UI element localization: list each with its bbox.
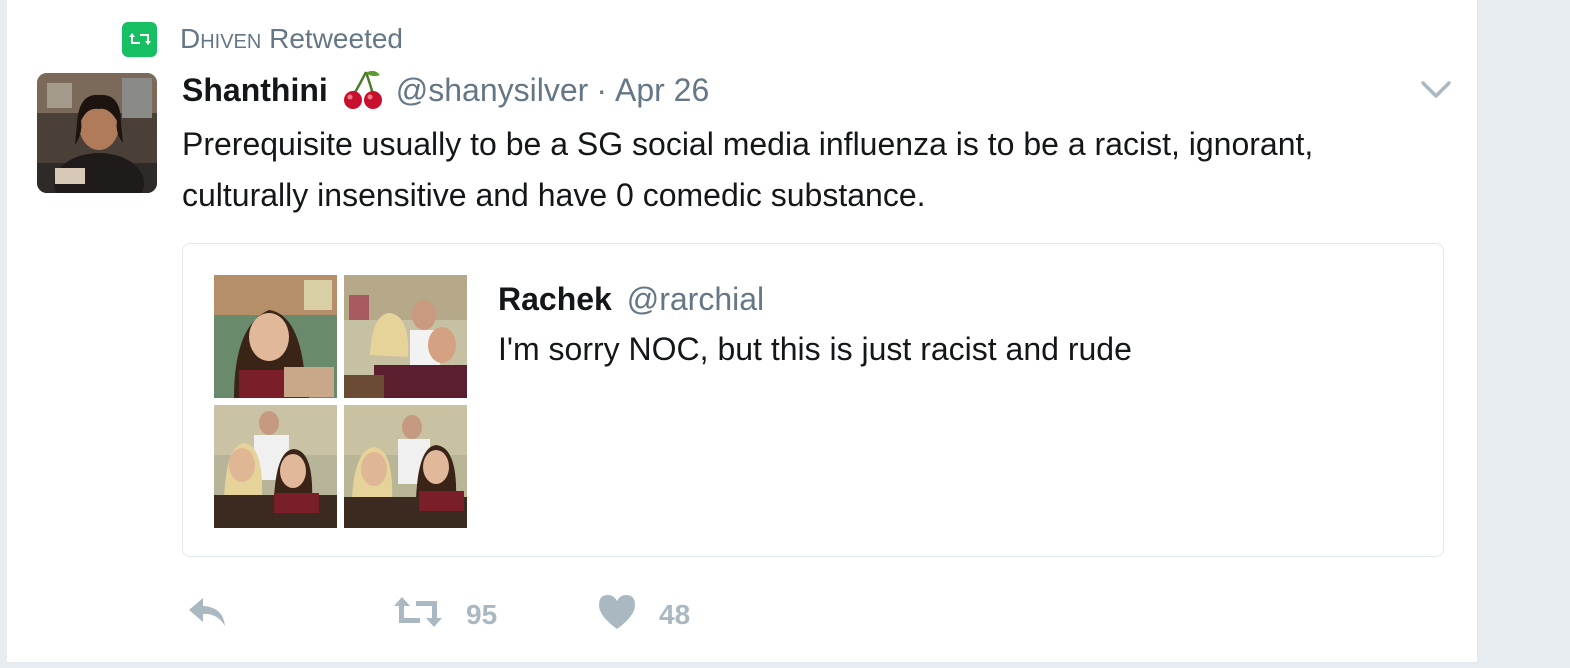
quoted-author-screen-name[interactable]: @rarchial xyxy=(627,281,764,317)
quoted-tweet[interactable]: Rachek @rarchial I'm sorry NOC, but this… xyxy=(182,243,1444,557)
quoted-tweet-text: I'm sorry NOC, but this is just racist a… xyxy=(498,331,1132,367)
like-count: 48 xyxy=(659,599,691,630)
heart-icon xyxy=(597,593,637,638)
quoted-media-grid[interactable] xyxy=(214,275,468,529)
quoted-tweet-body: Rachek @rarchial I'm sorry NOC, but this… xyxy=(498,278,1132,370)
reply-button[interactable] xyxy=(187,590,229,640)
media-thumbnail[interactable] xyxy=(214,405,337,528)
media-thumbnail[interactable] xyxy=(214,275,337,398)
cherry-emoji-icon xyxy=(342,70,384,110)
tweet-card[interactable]: Dhiven Retweeted Shanthini @shanysilver … xyxy=(6,0,1478,663)
header-separator: · xyxy=(596,71,607,108)
like-button[interactable]: 48 xyxy=(597,590,690,640)
tweet-timestamp[interactable]: Apr 26 xyxy=(615,72,709,109)
reply-icon xyxy=(187,595,229,636)
author-fullname[interactable]: Shanthini xyxy=(182,72,328,109)
retweet-button[interactable]: 95 xyxy=(392,590,497,640)
chevron-down-icon[interactable] xyxy=(1420,72,1452,109)
retweet-badge-icon xyxy=(122,21,157,57)
avatar[interactable] xyxy=(37,73,157,193)
retweet-count: 95 xyxy=(466,599,498,630)
tweet-text: Prerequisite usually to be a SG social m… xyxy=(182,126,1314,213)
retweet-context: Dhiven Retweeted xyxy=(122,21,403,57)
quoted-author-fullname[interactable]: Rachek xyxy=(498,281,612,317)
retweet-icon xyxy=(392,593,444,638)
retweeted-label: Retweeted xyxy=(269,23,403,54)
tweet-content: Shanthini @shanysilver · Apr 26 Prerequi… xyxy=(182,66,1452,557)
tweet-actions: 95 48 xyxy=(187,590,887,640)
media-thumbnail[interactable] xyxy=(344,405,467,528)
retweeter-name[interactable]: Dhiven xyxy=(180,23,261,54)
author-screen-name[interactable]: @shanysilver xyxy=(396,72,589,109)
tweet-header: Shanthini @shanysilver · Apr 26 xyxy=(182,66,1452,114)
media-thumbnail[interactable] xyxy=(344,275,467,398)
quoted-header: Rachek @rarchial xyxy=(498,278,1132,320)
